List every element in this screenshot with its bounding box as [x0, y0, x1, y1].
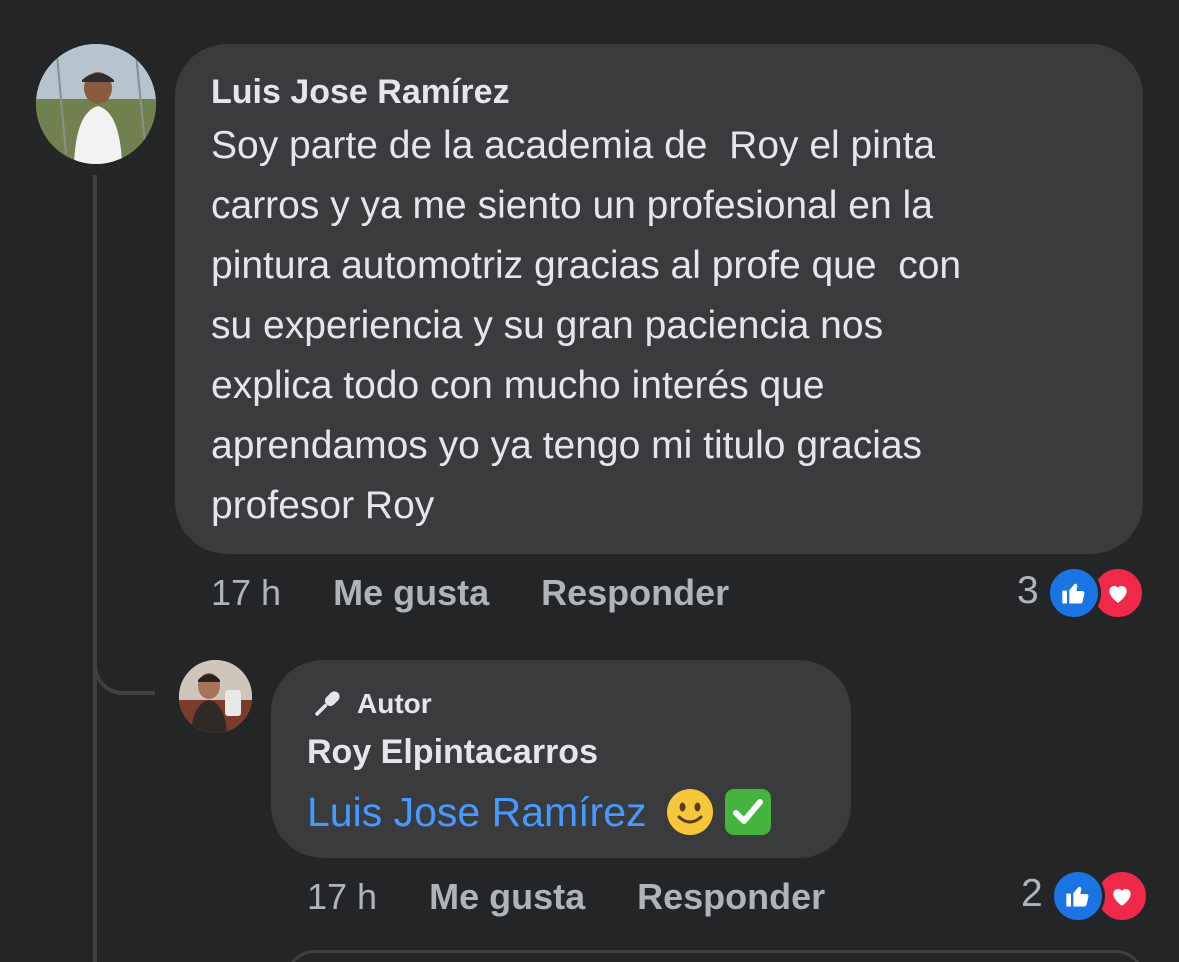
reaction-count: 2 [1021, 872, 1043, 915]
avatar[interactable] [179, 660, 252, 733]
comment-line: pintura automotriz gracias al profe que … [211, 244, 962, 287]
comment-thread: Luis Jose Ramírez Soy parte de la academ… [0, 0, 1179, 962]
next-reply-preview[interactable] [285, 950, 1145, 962]
author-badge: Autor [307, 682, 815, 726]
comment-line: carros y ya me siento un profesional en … [211, 184, 933, 227]
like-button[interactable]: Me gusta [333, 572, 489, 614]
like-button[interactable]: Me gusta [429, 876, 585, 918]
reply-author[interactable]: Roy Elpintacarros [307, 730, 815, 774]
comment-line: Soy parte de la academia de Roy el pinta [211, 124, 936, 167]
comment-text: Soy parte de la academia de Roy el pinta… [211, 116, 1107, 536]
comment-line: profesor Roy [211, 484, 435, 527]
reply-timestamp[interactable]: 17 h [307, 876, 377, 918]
comment-timestamp[interactable]: 17 h [211, 572, 281, 614]
like-icon [1050, 869, 1105, 923]
check-mark-button-icon [723, 787, 773, 837]
avatar-photo [179, 660, 252, 733]
comment-line: su experiencia y su gran paciencia nos [211, 304, 884, 347]
reply-button[interactable]: Responder [541, 572, 729, 614]
reply-text: Luis Jose Ramírez [307, 784, 815, 840]
reaction-icons [1046, 566, 1145, 620]
thread-line [93, 175, 97, 962]
smiling-face-icon [665, 787, 715, 837]
reply-connector [93, 640, 155, 695]
mention-link[interactable]: Luis Jose Ramírez [307, 784, 647, 840]
microphone-icon [307, 684, 347, 724]
comment-bubble: Luis Jose Ramírez Soy parte de la academ… [175, 44, 1143, 554]
comment-actions: 17 h Me gusta Responder [211, 568, 781, 618]
comment-line: aprendamos yo ya tengo mi titulo gracias [211, 424, 923, 467]
author-badge-label: Autor [357, 688, 432, 719]
reaction-summary[interactable]: 2 [1021, 869, 1149, 923]
comment-author[interactable]: Luis Jose Ramírez [211, 70, 1107, 114]
reply-button[interactable]: Responder [637, 876, 825, 918]
reply-bubble: Autor Roy Elpintacarros Luis Jose Ramíre… [271, 660, 851, 858]
reaction-count: 3 [1017, 569, 1039, 612]
avatar-photo [36, 44, 156, 164]
reaction-summary[interactable]: 3 [1017, 566, 1145, 620]
avatar[interactable] [36, 44, 156, 164]
like-icon [1046, 566, 1101, 620]
comment-line: explica todo con mucho interés que [211, 364, 825, 407]
reply-actions: 17 h Me gusta Responder [307, 872, 877, 922]
reaction-icons [1050, 869, 1149, 923]
